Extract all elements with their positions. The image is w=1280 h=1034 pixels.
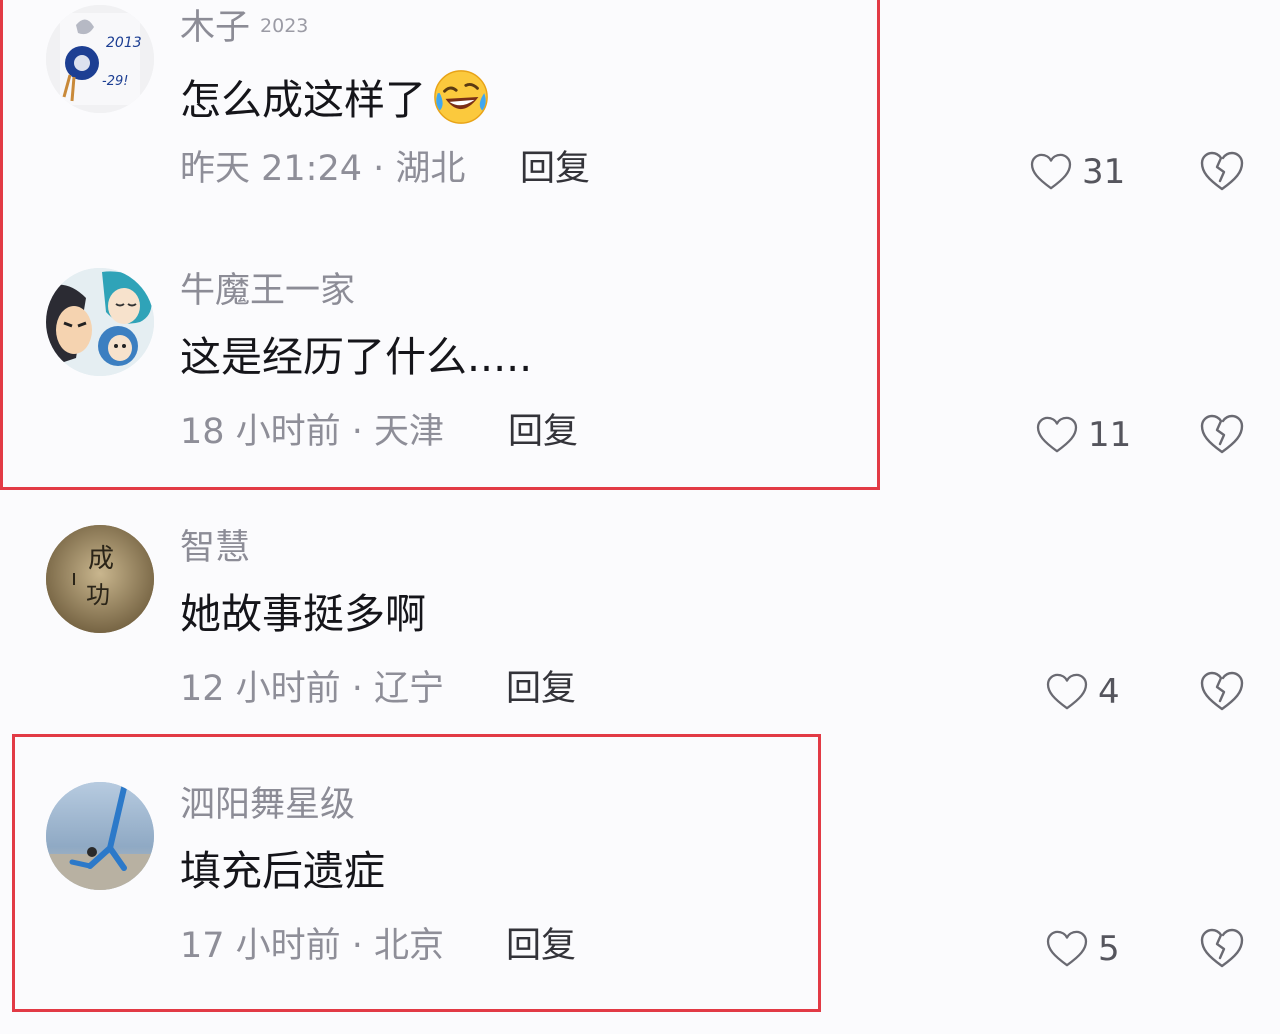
like-count: 31 (1082, 152, 1126, 192)
heart-outline-icon (1036, 416, 1078, 453)
comment-meta: 12 小时前 · 辽宁 (180, 669, 445, 709)
dislike-button[interactable] (1200, 670, 1244, 712)
username-text: 智慧 (180, 528, 251, 568)
like-button[interactable]: 4 (1046, 668, 1120, 716)
avatar-image: 成 功 (46, 525, 154, 633)
highlight-box-bottom (12, 734, 821, 1012)
heart-outline-icon (1046, 673, 1088, 710)
dislike-button[interactable] (1200, 927, 1244, 969)
like-button[interactable]: 5 (1046, 925, 1120, 973)
avatar[interactable]: 成 功 (46, 525, 154, 633)
heart-outline-icon (1046, 930, 1088, 967)
broken-heart-icon (1200, 928, 1244, 968)
reply-button[interactable]: 回复 (506, 666, 576, 712)
avatar-text-top: 成 (88, 544, 114, 574)
like-count: 4 (1098, 672, 1120, 712)
dislike-button[interactable] (1200, 413, 1244, 455)
broken-heart-icon (1200, 414, 1244, 454)
comment-username[interactable]: 智慧 (180, 528, 250, 568)
broken-heart-icon (1200, 671, 1244, 711)
comment-text: 她故事挺多啊 (180, 590, 426, 638)
like-button[interactable]: 11 (1036, 411, 1131, 459)
like-count: 5 (1098, 929, 1120, 969)
avatar-text-bottom: 功 (86, 581, 110, 609)
like-button[interactable]: 31 (1030, 148, 1125, 196)
heart-outline-icon (1030, 153, 1072, 190)
like-count: 11 (1088, 415, 1132, 455)
dislike-button[interactable] (1200, 150, 1244, 192)
broken-heart-icon (1200, 151, 1244, 191)
highlight-box-top (0, 0, 880, 490)
